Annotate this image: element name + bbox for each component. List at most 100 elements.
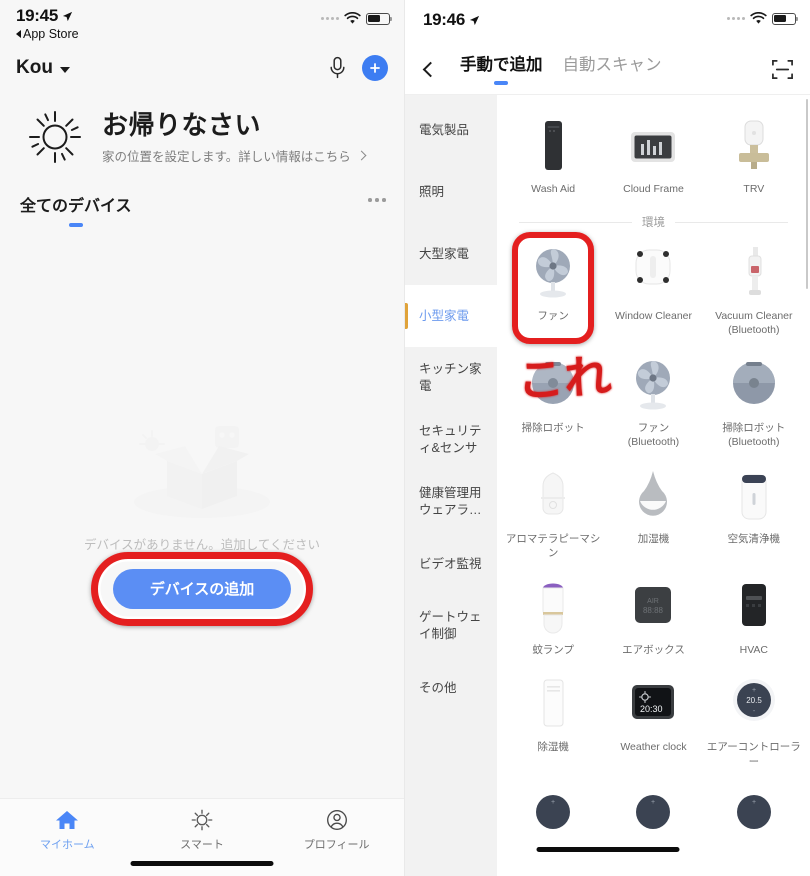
vacuum-cleaner-icon xyxy=(737,244,771,300)
cloud-frame-icon xyxy=(626,117,680,173)
empty-box-illustration xyxy=(134,425,270,518)
device-cell-air-box[interactable]: AIR 88:88 エアボックス xyxy=(603,568,703,665)
svg-text:20:30: 20:30 xyxy=(640,704,663,714)
device-cell-air-controller[interactable]: 20.5 + - エアーコントローラー xyxy=(704,665,804,776)
chevron-left-icon[interactable] xyxy=(422,61,439,77)
device-cell-partial[interactable]: + xyxy=(704,777,804,851)
fan-icon xyxy=(528,244,578,300)
home-indicator-bar xyxy=(130,861,274,866)
sidebar-item-large-appliances[interactable]: 大型家電 xyxy=(405,223,497,285)
device-label: Wash Aid xyxy=(531,183,576,195)
home-name-label: Kou xyxy=(16,57,53,78)
weather-text-block: お帰りなさい 家の位置を設定します。詳しい情報はこちら xyxy=(102,109,367,166)
device-cell-fan-bluetooth[interactable]: ファン (Bluetooth) xyxy=(603,346,703,457)
home-location-hint[interactable]: 家の位置を設定します。詳しい情報はこちら xyxy=(102,146,367,165)
svg-text:+: + xyxy=(651,799,655,806)
sidebar-item-small-appliances[interactable]: 小型家電 xyxy=(405,285,497,347)
device-cell-partial[interactable]: + xyxy=(603,777,703,851)
device-cell-mosquito-lamp[interactable]: 蚊ランプ xyxy=(503,568,603,665)
qr-scan-icon[interactable] xyxy=(771,58,794,81)
device-cell-cloud-frame[interactable]: Cloud Frame xyxy=(603,107,703,204)
sidebar-item-kitchen-appliances[interactable]: キッチン家電 xyxy=(405,347,497,409)
weather-clock-icon: 20:30 xyxy=(625,675,681,731)
device-label: 掃除ロボット (Bluetooth) xyxy=(722,421,786,448)
device-cell-vacuum-cleaner[interactable]: Vacuum Cleaner (Bluetooth) xyxy=(704,234,804,345)
robot-vacuum-bluetooth-icon xyxy=(728,356,780,412)
device-cell-robot-vacuum[interactable]: 掃除ロボット これ xyxy=(503,346,613,457)
tab-manual-add[interactable]: 手動で追加 xyxy=(460,51,543,87)
section-divider-environment: 環境 xyxy=(503,204,804,234)
device-cell-air-purifier[interactable]: 空気清浄機 xyxy=(704,457,804,568)
device-cell-weather-clock[interactable]: 20:30 Weather clock xyxy=(603,665,703,776)
person-circle-icon xyxy=(326,810,347,830)
category-label: 大型家電 xyxy=(419,246,470,261)
device-grid-pane[interactable]: Wash Aid Cloud Frame TRV 環境 ファン Window C… xyxy=(497,95,810,876)
device-cell-humidifier[interactable]: 加湿機 xyxy=(603,457,703,568)
air-purifier-icon xyxy=(734,467,774,523)
device-cell-partial[interactable]: + xyxy=(503,777,603,851)
device-row: アロマテラピーマシン 加湿機 空気清浄機 xyxy=(503,457,804,568)
device-row-partial: + + + xyxy=(503,777,804,851)
device-label: TRV xyxy=(743,183,765,195)
device-label: 掃除ロボット xyxy=(521,421,585,434)
device-cell-dehumidifier[interactable]: 除湿機 xyxy=(503,665,603,776)
tab-smart-label: スマート xyxy=(180,839,224,851)
location-arrow-icon xyxy=(469,15,480,25)
svg-text:+: + xyxy=(752,687,756,694)
tab-all-devices[interactable]: 全てのデバイス xyxy=(20,192,132,227)
trv-valve-icon xyxy=(732,117,776,173)
device-row: 掃除ロボット これ ファン (Bluetooth) 掃除ロボット (Blueto… xyxy=(503,346,804,457)
left-phone-screen: 19:45 App Store Kou お帰りなさい 家の位置を設定します。詳し… xyxy=(0,0,405,876)
status-indicators xyxy=(727,12,799,25)
weather-home-card[interactable]: お帰りなさい 家の位置を設定します。詳しい情報はこちら xyxy=(0,90,404,176)
home-selector[interactable]: Kou xyxy=(16,57,70,79)
sidebar-item-video-surveillance[interactable]: ビデオ監視 xyxy=(405,533,497,595)
sidebar-item-lighting[interactable]: 照明 xyxy=(405,161,497,223)
wifi-icon xyxy=(344,12,361,24)
tab-auto-scan-label: 自動スキャン xyxy=(562,56,662,75)
back-to-app-store[interactable]: App Store xyxy=(16,27,388,41)
category-label: 照明 xyxy=(419,184,445,199)
device-cell-wash-aid[interactable]: Wash Aid xyxy=(503,107,603,204)
category-label: セキュリティ&センサ xyxy=(419,424,482,455)
device-cell-hvac[interactable]: HVAC xyxy=(704,568,804,665)
sidebar-item-security-sensors[interactable]: セキュリティ&センサ xyxy=(405,409,497,471)
home-location-label: 家の位置を設定します。詳しい情報はこちら xyxy=(102,150,351,165)
fan-bluetooth-icon xyxy=(628,356,678,412)
location-arrow-icon xyxy=(62,11,73,21)
wifi-icon xyxy=(750,12,767,24)
chevron-right-icon xyxy=(356,150,367,161)
chevron-down-icon xyxy=(59,66,70,73)
sidebar-item-gateway-control[interactable]: ゲートウェイ制御 xyxy=(405,595,497,657)
right-nav-bar: 手動で追加 自動スキャン xyxy=(405,44,810,94)
sidebar-item-health-wearables[interactable]: 健康管理用ウェアラ… xyxy=(405,471,497,533)
divider-line xyxy=(675,221,788,223)
add-device-button[interactable]: デバイスの追加 xyxy=(113,568,291,609)
device-cell-trv[interactable]: TRV xyxy=(704,107,804,204)
more-horizontal-icon[interactable] xyxy=(368,192,386,202)
device-row: 蚊ランプ AIR 88:88 エアボックス HVAC xyxy=(503,568,804,665)
tab-profile[interactable]: プロフィール xyxy=(269,809,404,852)
svg-text:+: + xyxy=(752,799,756,806)
sidebar-item-others[interactable]: その他 xyxy=(405,657,497,719)
vertical-scrollbar[interactable] xyxy=(805,99,808,289)
svg-text:AIR: AIR xyxy=(648,598,660,605)
device-cell-fan[interactable]: ファン xyxy=(503,232,603,345)
microphone-icon[interactable] xyxy=(329,56,346,80)
device-cell-window-cleaner[interactable]: Window Cleaner xyxy=(603,234,703,345)
device-label: 蚊ランプ xyxy=(532,644,574,657)
active-tab-underline xyxy=(494,81,509,85)
add-device-plus-button[interactable] xyxy=(362,55,388,81)
sidebar-item-electrical[interactable]: 電気製品 xyxy=(405,99,497,161)
device-cell-aroma-diffuser[interactable]: アロマテラピーマシン xyxy=(503,457,603,568)
category-label: ゲートウェイ制御 xyxy=(419,610,482,641)
device-cell-robot-vacuum-bluetooth[interactable]: 掃除ロボット (Bluetooth) xyxy=(704,346,804,457)
device-label: ファン xyxy=(537,310,569,323)
tab-smart[interactable]: スマート xyxy=(135,809,270,852)
mosquito-lamp-icon xyxy=(533,578,573,634)
tab-auto-scan[interactable]: 自動スキャン xyxy=(563,51,662,77)
device-grid-scroll: Wash Aid Cloud Frame TRV 環境 ファン Window C… xyxy=(497,95,810,851)
device-label: 加湿機 xyxy=(637,532,670,545)
humidifier-icon xyxy=(631,467,675,523)
tab-my-home[interactable]: マイホーム xyxy=(0,809,135,852)
